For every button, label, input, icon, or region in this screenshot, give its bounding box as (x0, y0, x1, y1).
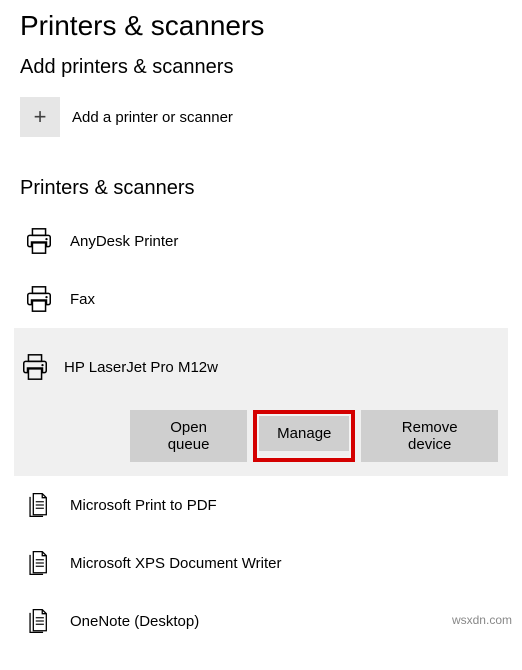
printer-item[interactable]: Microsoft XPS Document Writer (20, 534, 502, 592)
document-icon (22, 490, 56, 520)
printer-name: Fax (70, 291, 95, 308)
highlight-annotation: Manage (253, 410, 355, 462)
add-printer-label: Add a printer or scanner (72, 109, 233, 126)
document-icon (22, 548, 56, 578)
printer-actions: Open queue Manage Remove device (20, 410, 502, 462)
open-queue-button[interactable]: Open queue (130, 410, 247, 462)
add-section-heading: Add printers & scanners (20, 56, 502, 79)
printer-name: Microsoft XPS Document Writer (70, 555, 281, 572)
add-printer-row[interactable]: + Add a printer or scanner (20, 97, 502, 137)
watermark: wsxdn.com (452, 613, 512, 627)
printer-name: AnyDesk Printer (70, 233, 178, 250)
printer-item[interactable]: Fax (20, 270, 502, 328)
manage-button[interactable]: Manage (259, 416, 349, 451)
printer-item[interactable]: Microsoft Print to PDF (20, 476, 502, 534)
remove-device-button[interactable]: Remove device (361, 410, 498, 462)
printer-name: Microsoft Print to PDF (70, 497, 217, 514)
printer-name: HP LaserJet Pro M12w (64, 359, 218, 376)
printer-icon (20, 352, 50, 382)
document-icon (22, 606, 56, 636)
list-section-heading: Printers & scanners (20, 177, 502, 200)
printer-item-selected[interactable]: HP LaserJet Pro M12w Open queue Manage R… (14, 328, 508, 476)
page-title: Printers & scanners (20, 10, 502, 42)
printer-icon (22, 226, 56, 256)
printer-icon (22, 284, 56, 314)
printer-item[interactable]: OneNote (Desktop) (20, 592, 502, 650)
printer-item[interactable]: AnyDesk Printer (20, 212, 502, 270)
printer-name: OneNote (Desktop) (70, 613, 199, 630)
plus-icon: + (20, 97, 60, 137)
